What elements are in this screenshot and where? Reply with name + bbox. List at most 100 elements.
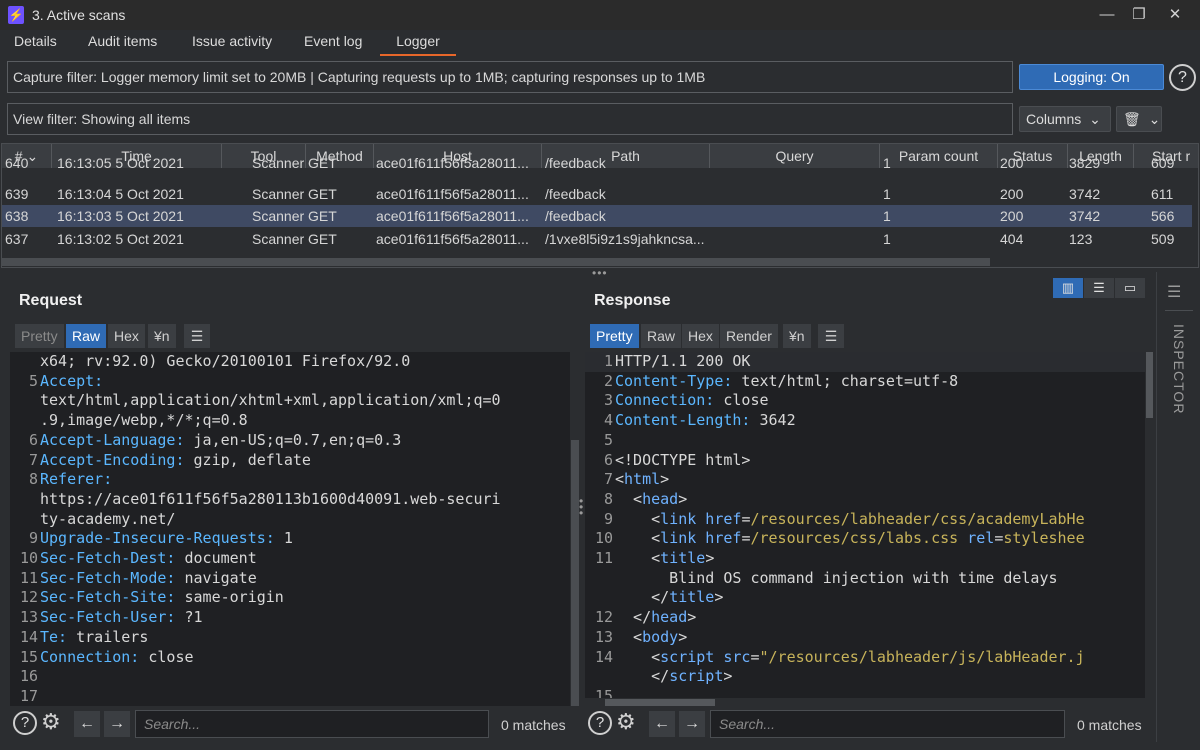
columns-dropdown[interactable]: Columns ⌄ [1019, 106, 1111, 132]
table-row[interactable]: 637 16:13:02 5 Oct 2021 Scanner GET ace01f61… [2, 228, 1192, 250]
clear-dropdown[interactable]: 🗑 ⌄ [1116, 106, 1162, 132]
vertical-splitter-handle[interactable]: • • • [579, 495, 583, 519]
logging-toggle-button[interactable]: Logging: On [1019, 64, 1164, 90]
layout-stacked-icon[interactable]: ☰ [1084, 278, 1114, 298]
table-horizontal-scrollbar[interactable] [2, 258, 990, 266]
splitter-handle[interactable]: ••• [592, 266, 608, 280]
inspector-label[interactable]: INSPECTOR [1171, 324, 1187, 414]
table-row[interactable]: 638 16:13:03 5 Oct 2021 Scanner GET ace01f61… [2, 205, 1192, 227]
response-hscrollbar-thumb[interactable] [605, 699, 715, 706]
response-line: 12 </head> [594, 608, 697, 627]
cell-start: 566 [1151, 208, 1175, 224]
cell-num: 640 [5, 155, 29, 171]
response-settings-gear-icon[interactable]: ⚙ [616, 709, 636, 735]
request-search-input[interactable]: Search... [135, 710, 489, 738]
request-next-match-icon[interactable]: → [104, 711, 130, 737]
response-tab-pretty[interactable]: Pretty [590, 324, 639, 348]
response-line: 5 [603, 430, 613, 449]
tab-bar: Details Audit items Issue activity Event… [0, 30, 1200, 56]
request-line: .9,image/webp,*/*;q=0.8 [40, 411, 248, 430]
response-line: 4 Content-Length: 3642 [603, 411, 796, 430]
table-row[interactable]: 640 16:13:05 5 Oct 2021 Scanner GET ace01f61… [2, 155, 1192, 174]
response-line: Blind OS command injection with time del… [615, 568, 1058, 587]
response-title: Response [594, 292, 671, 309]
inspector-panel[interactable]: ☰ INSPECTOR [1156, 272, 1200, 742]
request-menu-icon[interactable]: ☰ [184, 324, 210, 348]
response-editor[interactable]: 1 HTTP/1.1 200 OK 2 Content-Type: text/html… [585, 352, 1145, 698]
request-line: 16 [19, 667, 38, 686]
cell-length: 3742 [1069, 185, 1101, 202]
request-line: ty-academy.net/ [40, 509, 176, 528]
request-line: 10 Sec-Fetch-Dest: document [19, 549, 257, 567]
response-scrollbar-track [1145, 352, 1154, 698]
response-line: 6 <!DOCTYPE html> [603, 450, 751, 469]
response-line: 15 [594, 686, 613, 698]
cell-path: /feedback [545, 185, 606, 202]
request-settings-gear-icon[interactable]: ⚙ [41, 709, 61, 735]
tab-audit-items[interactable]: Audit items [78, 30, 167, 56]
close-button[interactable]: ✕ [1160, 4, 1190, 26]
response-prev-match-icon[interactable]: ← [649, 711, 675, 737]
cell-length: 123 [1069, 230, 1093, 247]
cell-tool: Scanner [252, 230, 305, 247]
request-tab-pretty[interactable]: Pretty [15, 324, 64, 348]
tab-details[interactable]: Details [4, 30, 67, 56]
capture-filter-bar[interactable]: Capture filter: Logger memory limit set … [7, 61, 1013, 93]
cell-path: /feedback [545, 208, 606, 224]
response-next-match-icon[interactable]: → [679, 711, 705, 737]
cell-status: 200 [1000, 208, 1024, 224]
request-tab-hex[interactable]: Hex [108, 324, 145, 348]
request-tab-newline[interactable]: ¥n [148, 324, 176, 348]
response-scrollbar-thumb[interactable] [1146, 352, 1153, 418]
tab-logger[interactable]: Logger [380, 30, 456, 56]
restore-button[interactable]: ❐ [1124, 4, 1154, 26]
request-help-icon[interactable]: ? [13, 711, 37, 735]
cell-time: 16:13:05 5 Oct 2021 [57, 155, 184, 171]
help-icon[interactable]: ? [1169, 64, 1196, 91]
response-tab-newline[interactable]: ¥n [783, 324, 811, 348]
cell-path: /1vxe8l5i9z1s9jahkncsa... [545, 230, 705, 247]
logger-table: # ⌄ Time Tool Method Host Path Query Par… [1, 143, 1199, 268]
title-bar: ⚡ 3. Active scans — ❐ ✕ [0, 0, 1200, 30]
cell-tool: Scanner [252, 155, 305, 171]
request-prev-match-icon[interactable]: ← [74, 711, 100, 737]
response-search-input[interactable]: Search... [710, 710, 1065, 738]
cell-method: GET [308, 185, 337, 202]
cell-method: GET [308, 230, 337, 247]
request-title: Request [19, 292, 83, 309]
response-line: 9 <link href=/resources/labheader/css/ac… [603, 509, 1085, 528]
chevron-down-icon: ⌄ [1148, 111, 1161, 127]
request-line: 11 Sec-Fetch-Mode: navigate [19, 568, 257, 587]
cell-host: ace01f611f56f5a28011... [376, 155, 529, 171]
cell-time: 16:13:04 5 Oct 2021 [57, 185, 184, 202]
cell-host: ace01f611f56f5a28011... [376, 230, 529, 247]
response-line: 8 <head> [603, 489, 688, 508]
layout-side-by-side-icon[interactable]: ▥ [1053, 278, 1083, 298]
cell-time: 16:13:03 5 Oct 2021 [57, 208, 184, 224]
response-help-icon[interactable]: ? [588, 711, 612, 735]
response-tab-raw[interactable]: Raw [641, 324, 682, 348]
request-tab-raw[interactable]: Raw [66, 324, 107, 348]
view-filter-bar[interactable]: View filter: Showing all items [7, 103, 1013, 135]
layout-single-icon[interactable]: ▭ [1115, 278, 1145, 298]
request-editor[interactable]: x64; rv:92.0) Gecko/20100101 Firefox/92.… [10, 352, 570, 706]
response-tab-hex[interactable]: Hex [682, 324, 719, 348]
response-line: </script> [615, 667, 733, 686]
tab-event-log[interactable]: Event log [294, 30, 372, 56]
request-scrollbar[interactable] [571, 440, 579, 706]
response-tab-render[interactable]: Render [720, 324, 778, 348]
request-line: 7 Accept-Encoding: gzip, deflate [28, 450, 311, 469]
request-line: x64; rv:92.0) Gecko/20100101 Firefox/92.… [40, 352, 411, 370]
response-menu-icon[interactable]: ☰ [818, 324, 844, 348]
burp-app-icon: ⚡ [8, 6, 24, 24]
request-line: 15 Connection: close [19, 647, 194, 666]
minimize-button[interactable]: — [1092, 4, 1122, 26]
request-line: https://ace01f611f56f5a280113b1600d40091… [40, 489, 501, 508]
inspector-menu-icon[interactable]: ☰ [1167, 282, 1181, 302]
table-row[interactable]: 639 16:13:04 5 Oct 2021 Scanner GET ace01f61… [2, 183, 1192, 205]
cell-start: 509 [1151, 230, 1175, 247]
request-line: 9 Upgrade-Insecure-Requests: 1 [28, 529, 293, 548]
cell-path: /feedback [545, 155, 606, 171]
tab-issue-activity[interactable]: Issue activity [182, 30, 282, 56]
cell-params: 1 [883, 155, 891, 171]
